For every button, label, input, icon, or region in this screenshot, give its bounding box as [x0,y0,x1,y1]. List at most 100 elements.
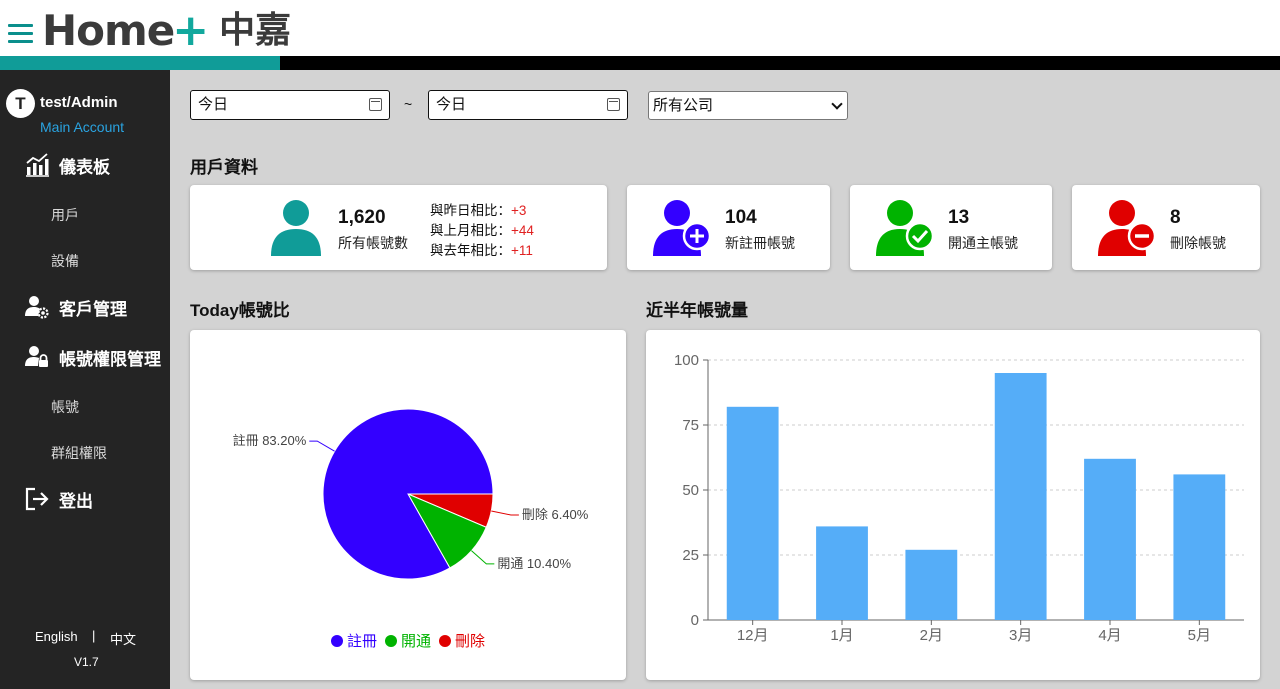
pie-chart-legend: 註冊 開通 刪除 [190,630,626,651]
x-tick-label: 1月 [830,627,853,644]
x-tick-label: 3月 [1009,627,1032,644]
logo-home-text: Home [42,6,175,55]
activated-accounts-card: 13 開通主帳號 [850,185,1052,270]
bar-3月[interactable] [994,373,1047,620]
deleted-accounts-label: 刪除帳號 [1170,235,1226,251]
language-chinese-link[interactable]: 中文 [110,629,136,648]
user-lock-icon [24,344,50,370]
header-accent-bar [0,56,280,70]
x-tick-label: 5月 [1188,627,1211,644]
pie-data-label: 刪除 6.40% [522,507,589,522]
legend-dot [330,634,343,647]
pie-chart: 刪除 6.40% 開通 10.40% 註冊 83.20% [233,408,589,580]
avatar[interactable]: T [6,89,35,118]
compare-value: +3 [511,203,527,218]
sidebar: T test/Admin Main Account 儀表板 用戶 設備 客戶管理… [0,70,170,689]
bar-1月[interactable] [816,526,868,620]
y-tick-label: 25 [682,547,699,564]
bar-5月[interactable] [1173,474,1226,620]
company-select-value: 所有公司 [653,97,714,114]
y-tick-label: 100 [674,352,699,369]
language-separator: | [92,628,96,643]
pie-label-line [309,440,335,452]
logout-icon [24,486,50,512]
user-role: Main Account [40,119,125,135]
user-remove-icon [1098,200,1157,256]
legend-label: 刪除 [455,633,486,650]
chart-icon [24,152,50,178]
bar-12月[interactable] [726,406,779,620]
compare-value: +44 [511,223,534,238]
end-date-input[interactable]: 今日 [428,90,628,120]
new-registrations-card: 104 新註冊帳號 [627,185,830,270]
compare-label: 與上月相比： [430,223,511,238]
pie-chart-panel: 刪除 6.40% 開通 10.40% 註冊 83.20% 註冊 開通 刪除 [190,330,626,680]
start-date-value: 今日 [198,96,229,113]
pie-label-line [491,510,519,516]
bar-chart-panel: 0 25 50 75 100 12月 1月 2月 3月 4月 5月 [646,330,1260,680]
sidebar-item-accounts[interactable]: 帳號 [51,397,79,417]
sidebar-item-customers[interactable]: 客戶管理 [24,293,127,321]
legend-item-刪除[interactable]: 刪除 [439,630,485,651]
header-divider-bar [280,56,1280,70]
pie-data-label: 開通 10.40% [497,556,571,571]
company-select[interactable]: 所有公司 [648,91,848,120]
compare-yesterday: 與昨日相比：+3 [430,199,526,219]
version-label: V1.7 [74,655,99,669]
calendar-icon[interactable] [369,98,382,111]
chevron-down-icon [831,98,843,110]
logo-plus-mark: + [172,5,210,56]
sidebar-item-group-permissions[interactable]: 群組權限 [51,443,107,463]
sidebar-item-label: 客戶管理 [59,299,127,319]
sidebar-item-devices[interactable]: 設備 [51,251,79,271]
deleted-accounts-value: 8 [1170,207,1181,228]
sidebar-item-logout[interactable]: 登出 [24,485,93,513]
activated-accounts-value: 13 [948,207,970,228]
y-tick-label: 75 [682,417,699,434]
legend-label: 開通 [400,633,431,650]
sidebar-item-permissions[interactable]: 帳號權限管理 [24,343,161,371]
sidebar-item-label: 帳號權限管理 [59,349,161,369]
start-date-input[interactable]: 今日 [190,90,390,120]
legend-item-開通[interactable]: 開通 [384,630,431,651]
language-english-link[interactable]: English [35,629,78,644]
bar-2月[interactable] [905,549,958,620]
total-accounts-value: 1,620 [338,207,386,228]
legend-dot [384,634,397,647]
compare-last-month: 與上月相比：+44 [430,219,534,239]
user-icon [271,200,321,256]
bar-chart-title: 近半年帳號量 [646,301,748,320]
total-accounts-label: 所有帳號數 [338,235,408,251]
deleted-accounts-card: 8 刪除帳號 [1072,185,1260,270]
sidebar-item-users[interactable]: 用戶 [51,205,79,225]
logo-chinese-text: 中嘉 [219,10,292,51]
sidebar-item-label: 儀表板 [59,157,110,177]
new-registrations-label: 新註冊帳號 [725,235,795,251]
y-tick-label: 50 [682,482,699,499]
x-tick-label: 12月 [737,627,769,644]
bar-chart: 0 25 50 75 100 12月 1月 2月 3月 4月 5月 [674,352,1244,644]
compare-label: 與昨日相比： [430,203,511,218]
total-accounts-card: 1,620 所有帳號數 與昨日相比：+3 與上月相比：+44 與去年相比：+11 [190,185,607,270]
x-tick-label: 4月 [1098,627,1121,644]
hamburger-menu-icon[interactable] [8,24,33,46]
user-check-icon [876,200,935,256]
date-range-separator: ~ [404,96,413,112]
user-add-icon [653,200,712,256]
new-registrations-value: 104 [725,207,757,228]
sidebar-item-dashboard[interactable]: 儀表板 [24,151,110,179]
bar-4月[interactable] [1084,458,1136,620]
compare-value: +11 [511,243,533,258]
logo[interactable]: Home + 中嘉 [42,8,291,54]
calendar-icon[interactable] [607,98,620,111]
x-tick-label: 2月 [920,627,943,644]
y-tick-label: 0 [691,612,699,629]
user-name: test/Admin [40,94,118,111]
user-gear-icon [24,294,50,320]
legend-dot [439,634,451,647]
compare-label: 與去年相比： [430,243,511,258]
compare-last-year: 與去年相比：+11 [430,239,533,259]
legend-label: 註冊 [346,633,377,650]
legend-item-註冊[interactable]: 註冊 [330,630,377,651]
header: Home + 中嘉 [0,0,1280,56]
